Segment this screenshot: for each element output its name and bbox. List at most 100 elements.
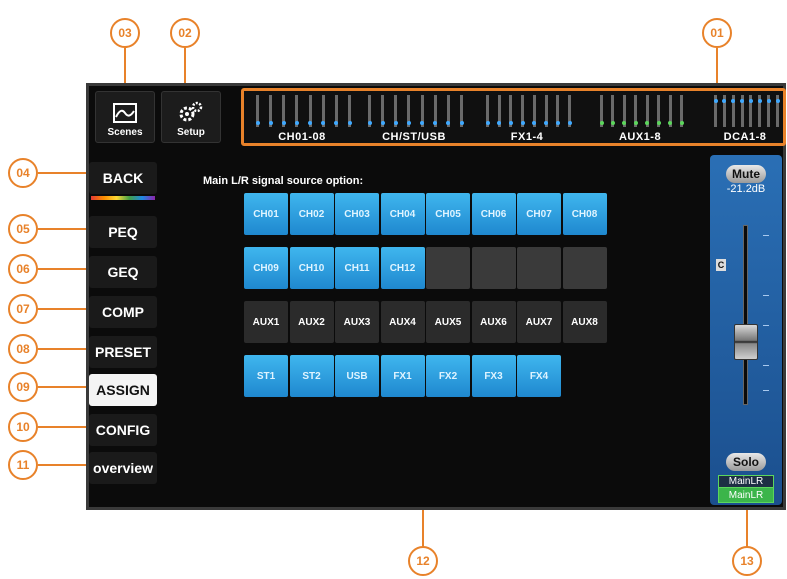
fader-tick — [763, 390, 769, 391]
source-ch06-button[interactable]: CH06 — [471, 193, 516, 235]
meter-level-dot — [757, 99, 762, 103]
leader-13 — [746, 508, 748, 548]
meter-level-dot — [555, 121, 560, 125]
source-fx3-button[interactable]: FX3 — [471, 355, 516, 397]
source-ch05-button[interactable]: CH05 — [426, 193, 470, 235]
setup-button[interactable]: Setup — [161, 91, 221, 143]
source-aux2-button[interactable]: AUX2 — [289, 301, 334, 343]
mainlr-fader-panel: Mute -21.2dB C Solo MainLR MainLR — [710, 155, 782, 505]
meter-level-dot — [380, 121, 385, 125]
source-ch01-button[interactable]: CH01 — [244, 193, 288, 235]
leader-09 — [38, 386, 90, 388]
source-option-heading: Main L/R signal source option: — [203, 175, 364, 187]
comp-button[interactable]: COMP — [89, 296, 157, 328]
mixer-screen: Scenes Setup CH01-08 CH/ST/USB FX1-4 AUX… — [86, 83, 786, 510]
meter-overview-strip[interactable]: CH01-08 CH/ST/USB FX1-4 AUX1-8 DCA1-8 — [241, 88, 786, 146]
source-ch03-button[interactable]: CH03 — [335, 193, 379, 235]
meter-group-label: FX1-4 — [510, 131, 544, 143]
meter-level-dot — [656, 121, 661, 125]
source-fx2-button[interactable]: FX2 — [426, 355, 470, 397]
source-empty-slot — [471, 247, 516, 289]
gear-icon — [179, 101, 203, 122]
meter-level-dot — [713, 99, 718, 103]
source-aux4-button[interactable]: AUX4 — [380, 301, 425, 343]
meter-level-dot — [775, 99, 780, 103]
leader-05 — [38, 228, 90, 230]
source-empty-slot — [426, 247, 470, 289]
peq-button[interactable]: PEQ — [89, 216, 157, 248]
meter-group-aux1-8[interactable]: AUX1-8 — [594, 91, 686, 143]
preset-button[interactable]: PRESET — [89, 336, 157, 368]
leader-01 — [716, 48, 718, 86]
meter-level-dot — [610, 121, 615, 125]
fader-knob[interactable] — [734, 324, 758, 360]
leader-11 — [38, 464, 90, 466]
source-aux1-button[interactable]: AUX1 — [244, 301, 288, 343]
meter-group-dca1-8[interactable]: DCA1-8 — [708, 91, 782, 143]
meter-level-dot — [294, 121, 299, 125]
meter-level-dot — [406, 121, 411, 125]
source-ch07-button[interactable]: CH07 — [517, 193, 561, 235]
callout-02: 02 — [170, 18, 200, 48]
source-fx4-button[interactable]: FX4 — [517, 355, 561, 397]
meter-level-dot — [281, 121, 286, 125]
leader-10 — [38, 426, 90, 428]
callout-08: 08 — [8, 334, 38, 364]
setup-label: Setup — [177, 127, 205, 138]
meter-group-label: AUX1-8 — [618, 131, 662, 143]
solo-button[interactable]: Solo — [726, 453, 766, 471]
config-button[interactable]: CONFIG — [89, 414, 157, 446]
callout-01: 01 — [702, 18, 732, 48]
source-ch04-button[interactable]: CH04 — [380, 193, 425, 235]
callout-11: 11 — [8, 450, 38, 480]
meter-level-dot — [485, 121, 490, 125]
callout-05: 05 — [8, 214, 38, 244]
source-ch02-button[interactable]: CH02 — [289, 193, 334, 235]
meter-level-dot — [367, 121, 372, 125]
source-ch09-button[interactable]: CH09 — [244, 247, 288, 289]
callout-07: 07 — [8, 294, 38, 324]
source-fx1-button[interactable]: FX1 — [380, 355, 425, 397]
source-ch12-button[interactable]: CH12 — [380, 247, 425, 289]
mute-button[interactable]: Mute — [726, 165, 766, 183]
meter-group-fx1-4[interactable]: FX1-4 — [480, 91, 574, 143]
geq-button[interactable]: GEQ — [89, 256, 157, 288]
scenes-icon — [113, 103, 137, 123]
meter-group-label: CH/ST/USB — [382, 131, 446, 143]
source-st2-button[interactable]: ST2 — [289, 355, 334, 397]
source-aux6-button[interactable]: AUX6 — [471, 301, 516, 343]
overview-button[interactable]: overview — [89, 452, 157, 484]
meter-level-dot — [347, 121, 352, 125]
source-usb-button[interactable]: USB — [335, 355, 379, 397]
meter-level-dot — [520, 121, 525, 125]
meter-group-label: CH01-08 — [278, 131, 326, 143]
source-ch08-button[interactable]: CH08 — [562, 193, 607, 235]
scenes-button[interactable]: Scenes — [95, 91, 155, 143]
callout-13: 13 — [732, 546, 762, 576]
meter-level-dot — [766, 99, 771, 103]
back-button[interactable]: BACK — [89, 162, 157, 194]
back-rainbow-bar — [91, 196, 155, 200]
meter-level-dot — [508, 121, 513, 125]
leader-02 — [184, 48, 186, 84]
source-aux3-button[interactable]: AUX3 — [335, 301, 379, 343]
fader-tick — [763, 295, 769, 296]
mainlr-assign-button[interactable]: MainLR — [718, 487, 774, 503]
meter-group-label: DCA1-8 — [723, 131, 767, 143]
center-mark: C — [716, 259, 726, 271]
source-ch10-button[interactable]: CH10 — [289, 247, 334, 289]
meter-group-ch-st-usb[interactable]: CH/ST/USB — [362, 91, 466, 143]
source-aux7-button[interactable]: AUX7 — [517, 301, 561, 343]
callout-04: 04 — [8, 158, 38, 188]
source-aux8-button[interactable]: AUX8 — [562, 301, 607, 343]
leader-06 — [38, 268, 90, 270]
scenes-label: Scenes — [107, 127, 143, 138]
meter-level-dot — [567, 121, 572, 125]
meter-group-ch01-08[interactable]: CH01-08 — [250, 91, 354, 143]
source-aux5-button[interactable]: AUX5 — [426, 301, 470, 343]
fader-tick — [763, 325, 769, 326]
source-st1-button[interactable]: ST1 — [244, 355, 288, 397]
assign-button[interactable]: ASSIGN — [89, 374, 157, 406]
meter-level-dot — [748, 99, 753, 103]
source-ch11-button[interactable]: CH11 — [335, 247, 379, 289]
